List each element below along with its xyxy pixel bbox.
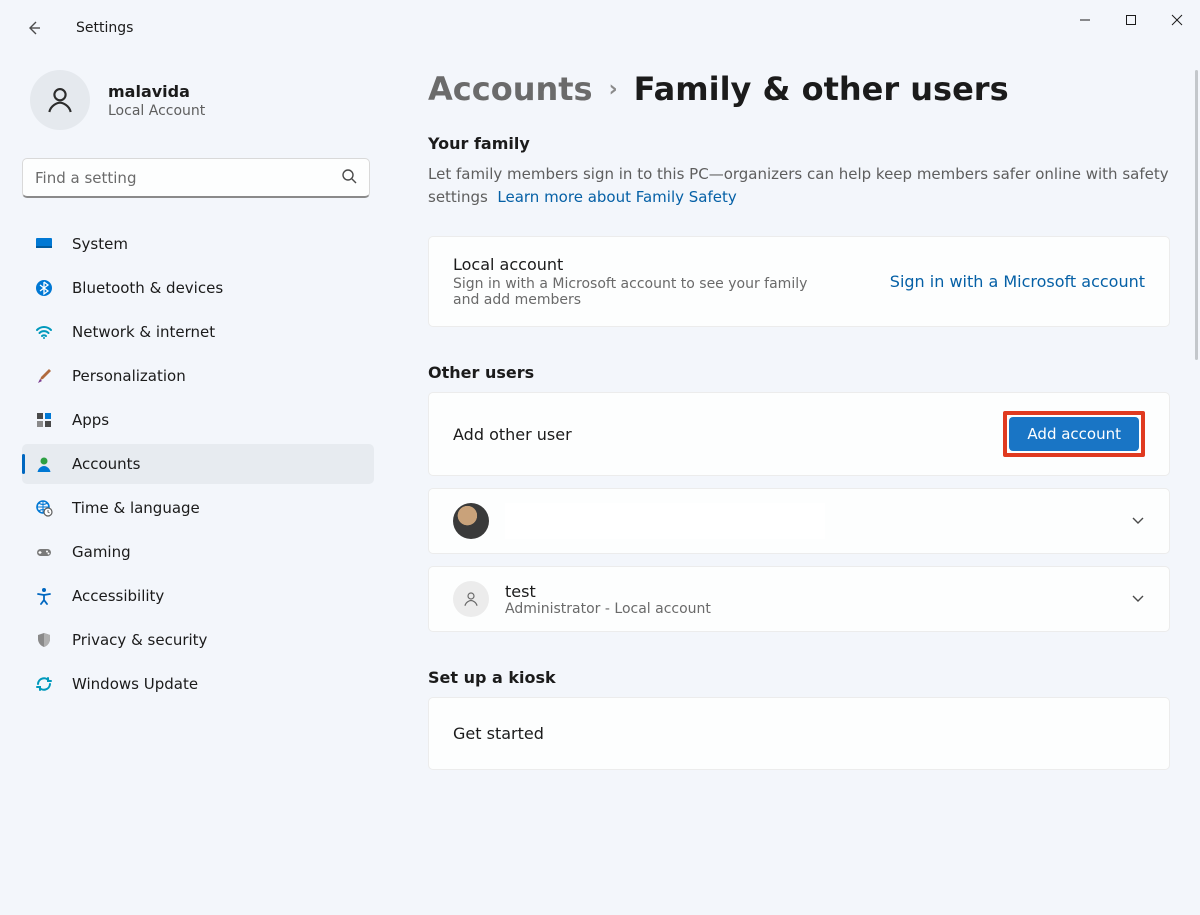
search-icon bbox=[341, 168, 357, 188]
add-other-user-card: Add other user Add account bbox=[428, 392, 1170, 476]
nav-label: Windows Update bbox=[72, 675, 198, 693]
search-box[interactable] bbox=[22, 158, 370, 198]
add-other-user-label: Add other user bbox=[453, 425, 572, 444]
nav-label: System bbox=[72, 235, 128, 253]
user-name-redacted bbox=[505, 503, 825, 539]
bluetooth-icon bbox=[34, 278, 54, 298]
minimize-button[interactable] bbox=[1062, 0, 1108, 40]
person-icon bbox=[34, 454, 54, 474]
apps-icon bbox=[34, 410, 54, 430]
nav-list: System Bluetooth & devices Network & int… bbox=[22, 224, 374, 704]
local-account-title: Local account bbox=[453, 255, 833, 274]
wifi-icon bbox=[34, 322, 54, 342]
chevron-down-icon bbox=[1131, 590, 1145, 609]
maximize-button[interactable] bbox=[1108, 0, 1154, 40]
nav-label: Bluetooth & devices bbox=[72, 279, 223, 297]
other-users-heading: Other users bbox=[428, 363, 1170, 382]
nav-apps[interactable]: Apps bbox=[22, 400, 374, 440]
nav-time[interactable]: Time & language bbox=[22, 488, 374, 528]
other-user-row[interactable]: test Administrator - Local account bbox=[428, 566, 1170, 632]
nav-label: Accessibility bbox=[72, 587, 164, 605]
nav-privacy[interactable]: Privacy & security bbox=[22, 620, 374, 660]
family-description: Let family members sign in to this PC—or… bbox=[428, 163, 1170, 208]
shield-icon bbox=[34, 630, 54, 650]
nav-label: Privacy & security bbox=[72, 631, 207, 649]
globe-clock-icon bbox=[34, 498, 54, 518]
breadcrumb: Accounts › Family & other users bbox=[428, 70, 1170, 108]
nav-gaming[interactable]: Gaming bbox=[22, 532, 374, 572]
kiosk-card[interactable]: Get started bbox=[428, 697, 1170, 770]
add-account-highlight: Add account bbox=[1003, 411, 1145, 457]
nav-label: Accounts bbox=[72, 455, 140, 473]
nav-label: Network & internet bbox=[72, 323, 215, 341]
nav-accounts[interactable]: Accounts bbox=[22, 444, 374, 484]
top-bar: Settings bbox=[0, 0, 133, 56]
search-container bbox=[22, 158, 374, 198]
gamepad-icon bbox=[34, 542, 54, 562]
accessibility-icon bbox=[34, 586, 54, 606]
sidebar: malavida Local Account System Bluetooth … bbox=[22, 70, 374, 704]
user-avatar-icon bbox=[453, 581, 489, 617]
nav-update[interactable]: Windows Update bbox=[22, 664, 374, 704]
nav-label: Time & language bbox=[72, 499, 200, 517]
local-account-card: Local account Sign in with a Microsoft a… bbox=[428, 236, 1170, 327]
user-avatar-icon bbox=[453, 503, 489, 539]
family-heading: Your family bbox=[428, 134, 1170, 153]
monitor-icon bbox=[34, 234, 54, 254]
chevron-down-icon bbox=[1131, 512, 1145, 531]
breadcrumb-current: Family & other users bbox=[634, 70, 1009, 108]
user-subtitle: Administrator - Local account bbox=[505, 601, 711, 617]
nav-personalization[interactable]: Personalization bbox=[22, 356, 374, 396]
nav-system[interactable]: System bbox=[22, 224, 374, 264]
kiosk-action: Get started bbox=[453, 724, 544, 743]
nav-network[interactable]: Network & internet bbox=[22, 312, 374, 352]
scrollbar-thumb[interactable] bbox=[1195, 70, 1198, 360]
profile-name: malavida bbox=[108, 82, 205, 101]
nav-label: Apps bbox=[72, 411, 109, 429]
add-account-button[interactable]: Add account bbox=[1009, 417, 1139, 451]
app-title: Settings bbox=[76, 20, 133, 36]
chevron-right-icon: › bbox=[609, 77, 618, 102]
close-button[interactable] bbox=[1154, 0, 1200, 40]
other-user-row[interactable] bbox=[428, 488, 1170, 554]
nav-label: Personalization bbox=[72, 367, 186, 385]
brush-icon bbox=[34, 366, 54, 386]
nav-accessibility[interactable]: Accessibility bbox=[22, 576, 374, 616]
family-learn-link[interactable]: Learn more about Family Safety bbox=[497, 188, 736, 206]
main-content: Accounts › Family & other users Your fam… bbox=[428, 70, 1170, 915]
window-controls bbox=[1062, 0, 1200, 40]
profile-subtitle: Local Account bbox=[108, 103, 205, 119]
profile-block[interactable]: malavida Local Account bbox=[22, 70, 374, 130]
sign-in-ms-link[interactable]: Sign in with a Microsoft account bbox=[890, 272, 1145, 291]
nav-label: Gaming bbox=[72, 543, 131, 561]
local-account-subtitle: Sign in with a Microsoft account to see … bbox=[453, 276, 833, 308]
user-name: test bbox=[505, 582, 711, 601]
search-input[interactable] bbox=[35, 169, 341, 187]
kiosk-heading: Set up a kiosk bbox=[428, 668, 1170, 687]
update-icon bbox=[34, 674, 54, 694]
nav-bluetooth[interactable]: Bluetooth & devices bbox=[22, 268, 374, 308]
breadcrumb-parent[interactable]: Accounts bbox=[428, 70, 593, 108]
back-button[interactable] bbox=[16, 10, 52, 46]
avatar-icon bbox=[30, 70, 90, 130]
